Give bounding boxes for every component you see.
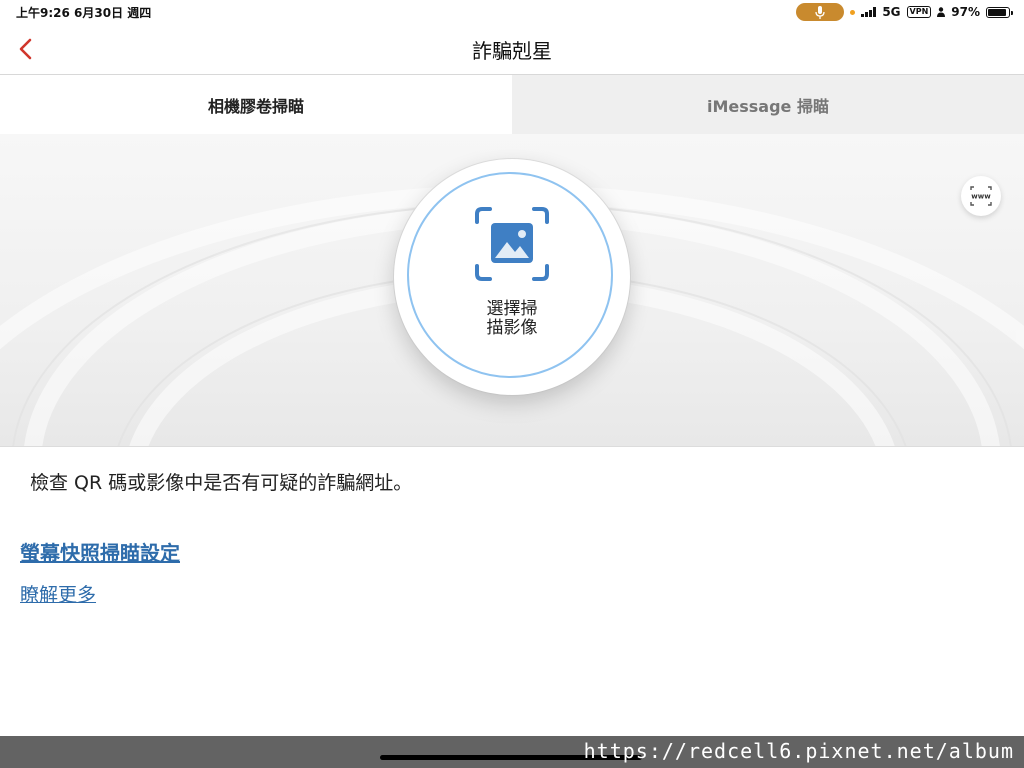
tab-camera-roll-scan[interactable]: 相機膠卷掃瞄 bbox=[0, 75, 512, 134]
battery-percent: 97% bbox=[951, 5, 980, 19]
learn-more-link[interactable]: 瞭解更多 bbox=[20, 580, 96, 607]
url-scan-button[interactable]: www bbox=[961, 176, 1001, 216]
battery-icon bbox=[986, 6, 1013, 18]
description-text: 檢查 QR 碼或影像中是否有可疑的詐騙網址。 bbox=[30, 472, 413, 494]
status-bar: 上午9:26 6月30日 週四 5G VPN 97% bbox=[0, 0, 1024, 24]
image-scan-icon bbox=[475, 207, 549, 281]
signal-icon bbox=[861, 7, 877, 17]
person-icon bbox=[937, 7, 946, 17]
vpn-badge: VPN bbox=[906, 6, 932, 18]
www-scan-icon: www bbox=[970, 186, 992, 206]
privacy-dot-icon bbox=[850, 9, 856, 15]
network-type: 5G bbox=[882, 5, 901, 19]
bottom-strip: https://redcell6.pixnet.net/album bbox=[0, 736, 1024, 768]
scan-label-line1: 選擇掃 bbox=[486, 299, 538, 319]
microphone-icon bbox=[796, 3, 845, 21]
status-time-date: 上午9:26 6月30日 週四 bbox=[16, 6, 152, 20]
watermark-text: https://redcell6.pixnet.net/album bbox=[583, 739, 1014, 763]
page-title: 詐騙剋星 bbox=[472, 39, 552, 63]
scan-hero: 選擇掃 描影像 www bbox=[0, 134, 1024, 447]
scan-label-line2: 描影像 bbox=[486, 318, 538, 338]
screenshot-scan-settings-link[interactable]: 螢幕快照掃瞄設定 bbox=[20, 537, 180, 566]
select-image-scan-button[interactable]: 選擇掃 描影像 bbox=[394, 159, 630, 395]
navigation-bar: 詐騙剋星 bbox=[0, 24, 1024, 75]
tab-imessage-scan[interactable]: iMessage 掃瞄 bbox=[512, 75, 1024, 134]
status-indicators: 5G VPN 97% bbox=[796, 3, 1013, 21]
tab-bar: 相機膠卷掃瞄 iMessage 掃瞄 bbox=[0, 75, 1024, 134]
scan-button-label: 選擇掃 描影像 bbox=[394, 300, 630, 338]
www-label: www bbox=[971, 193, 991, 201]
